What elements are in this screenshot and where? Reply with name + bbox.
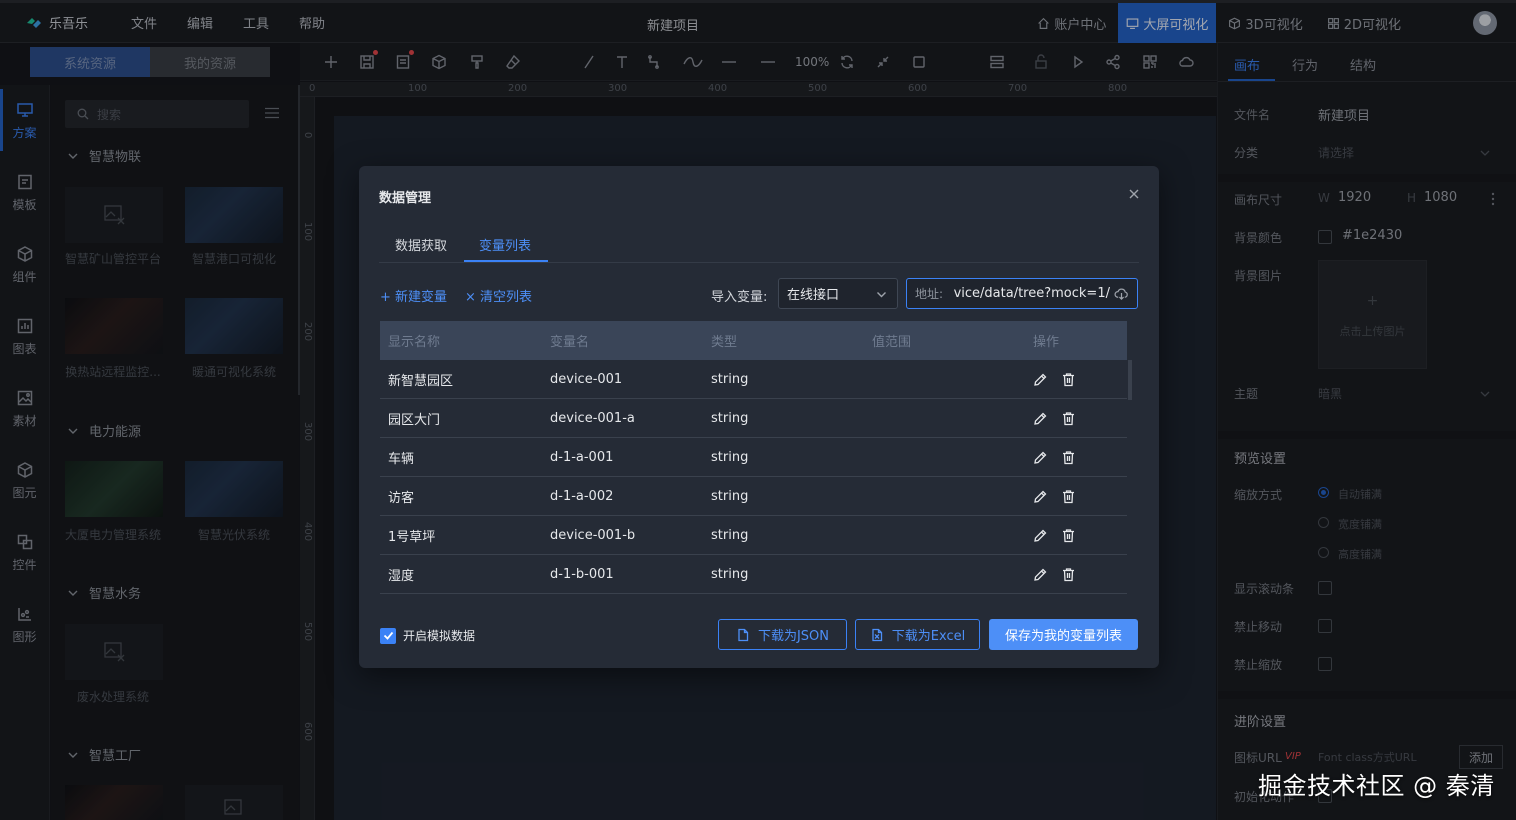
dialog-title: 数据管理 [379, 191, 432, 206]
trash-icon[interactable] [1061, 411, 1076, 426]
download-excel-label: 下载为Excel [891, 629, 966, 644]
download-json-button[interactable]: 下载为JSON [718, 619, 847, 650]
table-row: 园区大门 device-001-a string [380, 399, 1127, 438]
check-icon [383, 631, 393, 640]
table-scrollbar[interactable] [1128, 360, 1132, 400]
excel-file-icon [872, 628, 882, 641]
variable-table: 显示名称 变量名 类型 值范围 操作 新智慧园区 device-001 stri… [380, 321, 1127, 594]
edit-icon[interactable] [1033, 411, 1048, 426]
close-icon[interactable] [1127, 187, 1141, 201]
edit-icon[interactable] [1033, 450, 1048, 465]
table-row: 访客 d-1-a-002 string [380, 477, 1127, 516]
active-tab-indicator [464, 260, 548, 262]
new-variable-button[interactable]: + 新建变量 [380, 286, 447, 305]
cell-type: string [711, 371, 749, 387]
cell-actions [1025, 528, 1127, 543]
cell-actions [1025, 411, 1127, 426]
column-header: 类型 [711, 335, 738, 350]
edit-icon[interactable] [1033, 489, 1048, 504]
trash-icon[interactable] [1061, 372, 1076, 387]
cell-actions [1025, 450, 1127, 465]
cell-display-name: 湿度 [388, 568, 415, 584]
cell-display-name: 园区大门 [388, 412, 441, 428]
table-row: 1号草坪 device-001-b string [380, 516, 1127, 555]
trash-icon[interactable] [1061, 450, 1076, 465]
cell-actions [1025, 372, 1127, 387]
mock-data-toggle[interactable]: 开启模拟数据 [380, 627, 475, 644]
tabs-border [379, 262, 1139, 263]
save-variable-list-label: 保存为我的变量列表 [1004, 629, 1122, 644]
edit-icon[interactable] [1033, 528, 1048, 543]
table-header: 显示名称 变量名 类型 值范围 操作 [380, 321, 1127, 360]
data-management-dialog: 数据管理 数据获取 变量列表 + 新建变量 × 清空列表 导入变量: 在线接口 … [359, 166, 1159, 668]
table-row: 车辆 d-1-a-001 string [380, 438, 1127, 477]
tab-variable-list[interactable]: 变量列表 [479, 235, 531, 254]
trash-icon[interactable] [1061, 489, 1076, 504]
cell-type: string [711, 566, 749, 582]
cell-display-name: 访客 [388, 490, 415, 506]
edit-icon[interactable] [1033, 372, 1048, 387]
cell-display-name: 车辆 [388, 451, 415, 467]
trash-icon[interactable] [1061, 567, 1076, 582]
mock-data-checkbox[interactable] [380, 627, 396, 644]
cell-variable-name: device-001-b [550, 527, 636, 543]
download-json-label: 下载为JSON [757, 629, 830, 644]
trash-icon[interactable] [1061, 528, 1076, 543]
chevron-down-icon [877, 292, 886, 298]
file-icon [738, 628, 749, 641]
cell-variable-name: d-1-a-001 [550, 449, 614, 465]
cell-variable-name: device-001 [550, 371, 623, 387]
cell-actions [1025, 567, 1127, 582]
table-row: 湿度 d-1-b-001 string [380, 555, 1127, 594]
cloud-download-icon[interactable] [1114, 286, 1129, 301]
cell-type: string [711, 410, 749, 426]
table-row: 新智慧园区 device-001 string [380, 360, 1127, 399]
address-prefix: 地址: [915, 287, 944, 301]
column-header: 值范围 [872, 335, 912, 350]
clear-list-button[interactable]: × 清空列表 [465, 286, 532, 305]
cell-type: string [711, 488, 749, 504]
address-value: /device/data/tree?mock=1 [953, 286, 1110, 301]
watermark-text: 掘金技术社区 @ 秦清 [1258, 772, 1495, 800]
cell-variable-name: d-1-b-001 [550, 566, 614, 582]
import-label: 导入变量: [711, 290, 768, 305]
mock-data-label: 开启模拟数据 [403, 629, 476, 643]
save-variable-list-button[interactable]: 保存为我的变量列表 [989, 619, 1138, 650]
cell-type: string [711, 449, 749, 465]
cell-display-name: 1号草坪 [388, 529, 436, 545]
column-header: 变量名 [550, 335, 590, 350]
download-excel-button[interactable]: 下载为Excel [855, 619, 980, 650]
tab-data-fetch[interactable]: 数据获取 [395, 235, 447, 254]
cell-display-name: 新智慧园区 [388, 373, 454, 389]
column-header: 显示名称 [388, 335, 441, 350]
import-source-select[interactable]: 在线接口 [778, 278, 898, 309]
cell-type: string [711, 527, 749, 543]
cell-actions [1025, 489, 1127, 504]
address-input[interactable]: 地址: /device/data/tree?mock=1 [906, 278, 1138, 309]
cell-variable-name: d-1-a-002 [550, 488, 614, 504]
edit-icon[interactable] [1033, 567, 1048, 582]
import-source-value: 在线接口 [787, 288, 840, 303]
column-header: 操作 [1033, 335, 1060, 350]
cell-variable-name: device-001-a [550, 410, 635, 426]
